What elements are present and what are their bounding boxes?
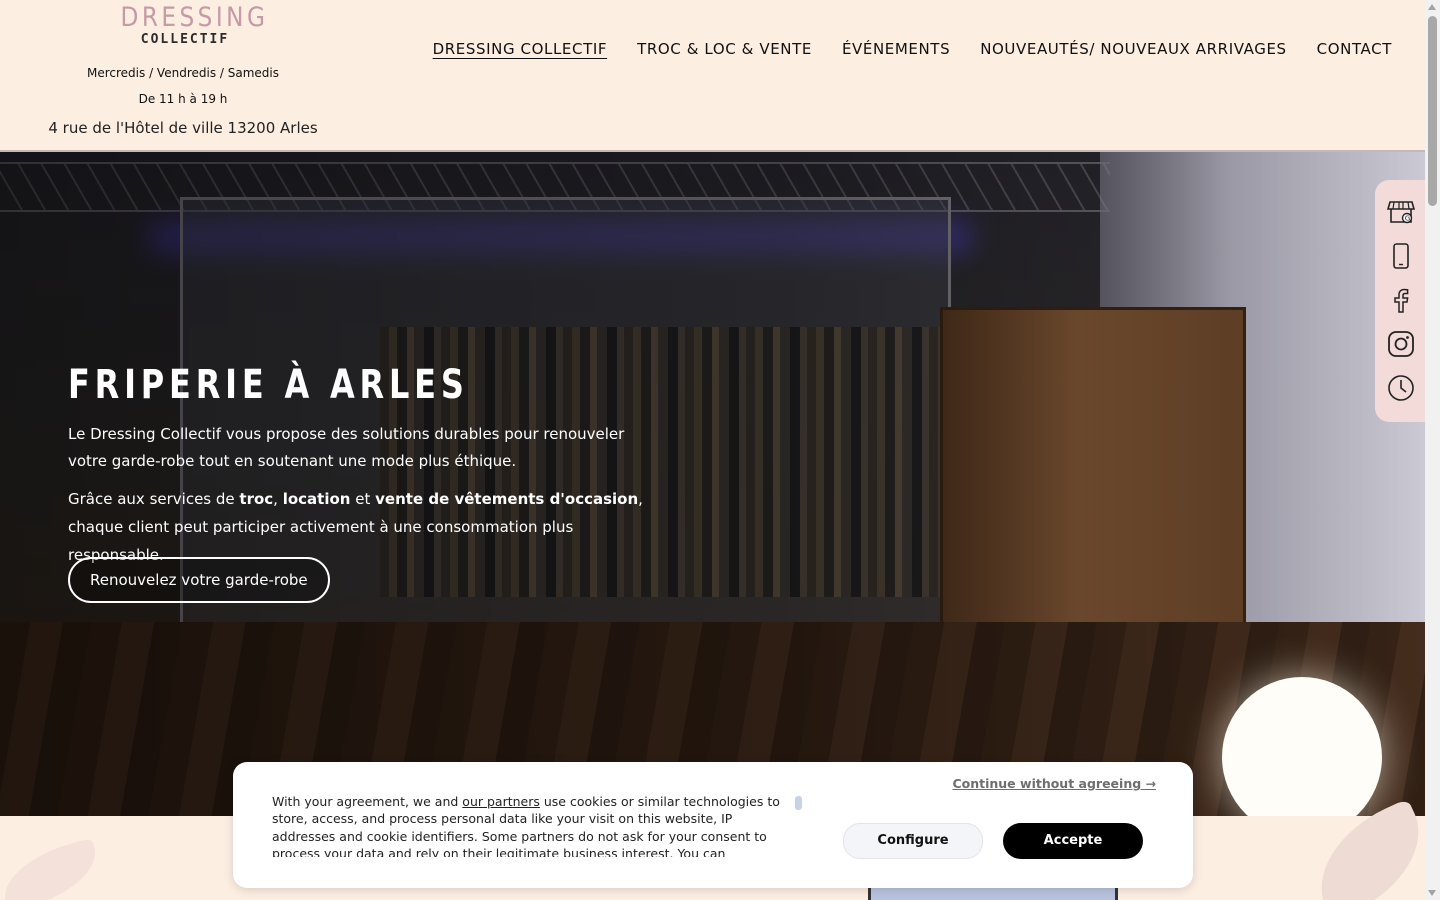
logo[interactable]: DRESSING COLLECTIF: [110, 2, 269, 48]
hero-services-prefix: Grâce aux services de: [68, 490, 240, 508]
renew-wardrobe-button[interactable]: Renouvelez votre garde-robe: [68, 557, 330, 603]
side-contact-bar: G: [1375, 180, 1425, 422]
clock-icon[interactable]: [1387, 374, 1415, 402]
nav-item-dressing-collectif[interactable]: DRESSING COLLECTIF: [433, 40, 608, 58]
service-location: location: [282, 490, 351, 508]
nav-item-evenements[interactable]: ÉVÉNEMENTS: [842, 40, 950, 58]
scroll-up-arrow-icon[interactable]: [1428, 4, 1436, 10]
hero-services-sep2: et: [350, 490, 376, 508]
hero-section: FRIPERIE À ARLES Le Dressing Collectif v…: [0, 152, 1425, 816]
continue-without-agreeing-link[interactable]: Continue without agreeing →: [952, 776, 1156, 791]
opening-hours: De 11 h à 19 h: [138, 92, 228, 106]
service-vente: vente de vêtements d'occasion: [375, 490, 639, 508]
nav-item-troc-loc-vente[interactable]: TROC & LOC & VENTE: [637, 40, 812, 58]
scroll-down-arrow-icon[interactable]: [1428, 890, 1436, 896]
configure-button[interactable]: Configure: [843, 823, 983, 859]
decorative-leaf: [0, 837, 105, 900]
our-partners-link[interactable]: our partners: [462, 794, 540, 809]
hero-title: FRIPERIE À ARLES: [68, 362, 469, 408]
nav-item-nouveautes[interactable]: NOUVEAUTÉS/ NOUVEAUX ARRIVAGES: [980, 40, 1286, 58]
page-scrollbar[interactable]: [1425, 0, 1440, 900]
scrollbar-thumb[interactable]: [1428, 16, 1437, 206]
opening-days: Mercredis / Vendredis / Samedis: [87, 66, 279, 80]
facebook-icon[interactable]: [1387, 286, 1415, 314]
logo-sub-text: COLLECTIF: [140, 32, 230, 47]
storefront-google-icon[interactable]: G: [1387, 198, 1415, 226]
main-nav: DRESSING COLLECTIF TROC & LOC & VENTE ÉV…: [433, 40, 1392, 58]
hero-overlay: [0, 152, 1425, 816]
hero-services-sep1: ,: [273, 490, 283, 508]
site-header: DRESSING COLLECTIF Mercredis / Vendredis…: [0, 0, 1425, 152]
hero-intro-text: Le Dressing Collectif vous propose des s…: [68, 425, 625, 470]
nav-item-contact[interactable]: CONTACT: [1317, 40, 1392, 58]
accept-button[interactable]: Accepte: [1003, 823, 1143, 859]
service-troc: troc: [239, 490, 274, 508]
instagram-icon[interactable]: [1387, 330, 1415, 358]
svg-text:G: G: [1405, 215, 1410, 223]
cookie-text-scrollbar[interactable]: [795, 796, 802, 810]
phone-icon[interactable]: [1387, 242, 1415, 270]
cookie-consent-banner: With your agreement, we and our partners…: [233, 762, 1193, 888]
cookie-consent-text: With your agreement, we and our partners…: [272, 793, 792, 857]
cookie-text-start: With your agreement, we and: [272, 794, 463, 809]
shop-address: 4 rue de l'Hôtel de ville 13200 Arles: [48, 119, 318, 137]
lower-section-photo: [868, 886, 1118, 900]
logo-main-text: DRESSING: [120, 2, 269, 33]
